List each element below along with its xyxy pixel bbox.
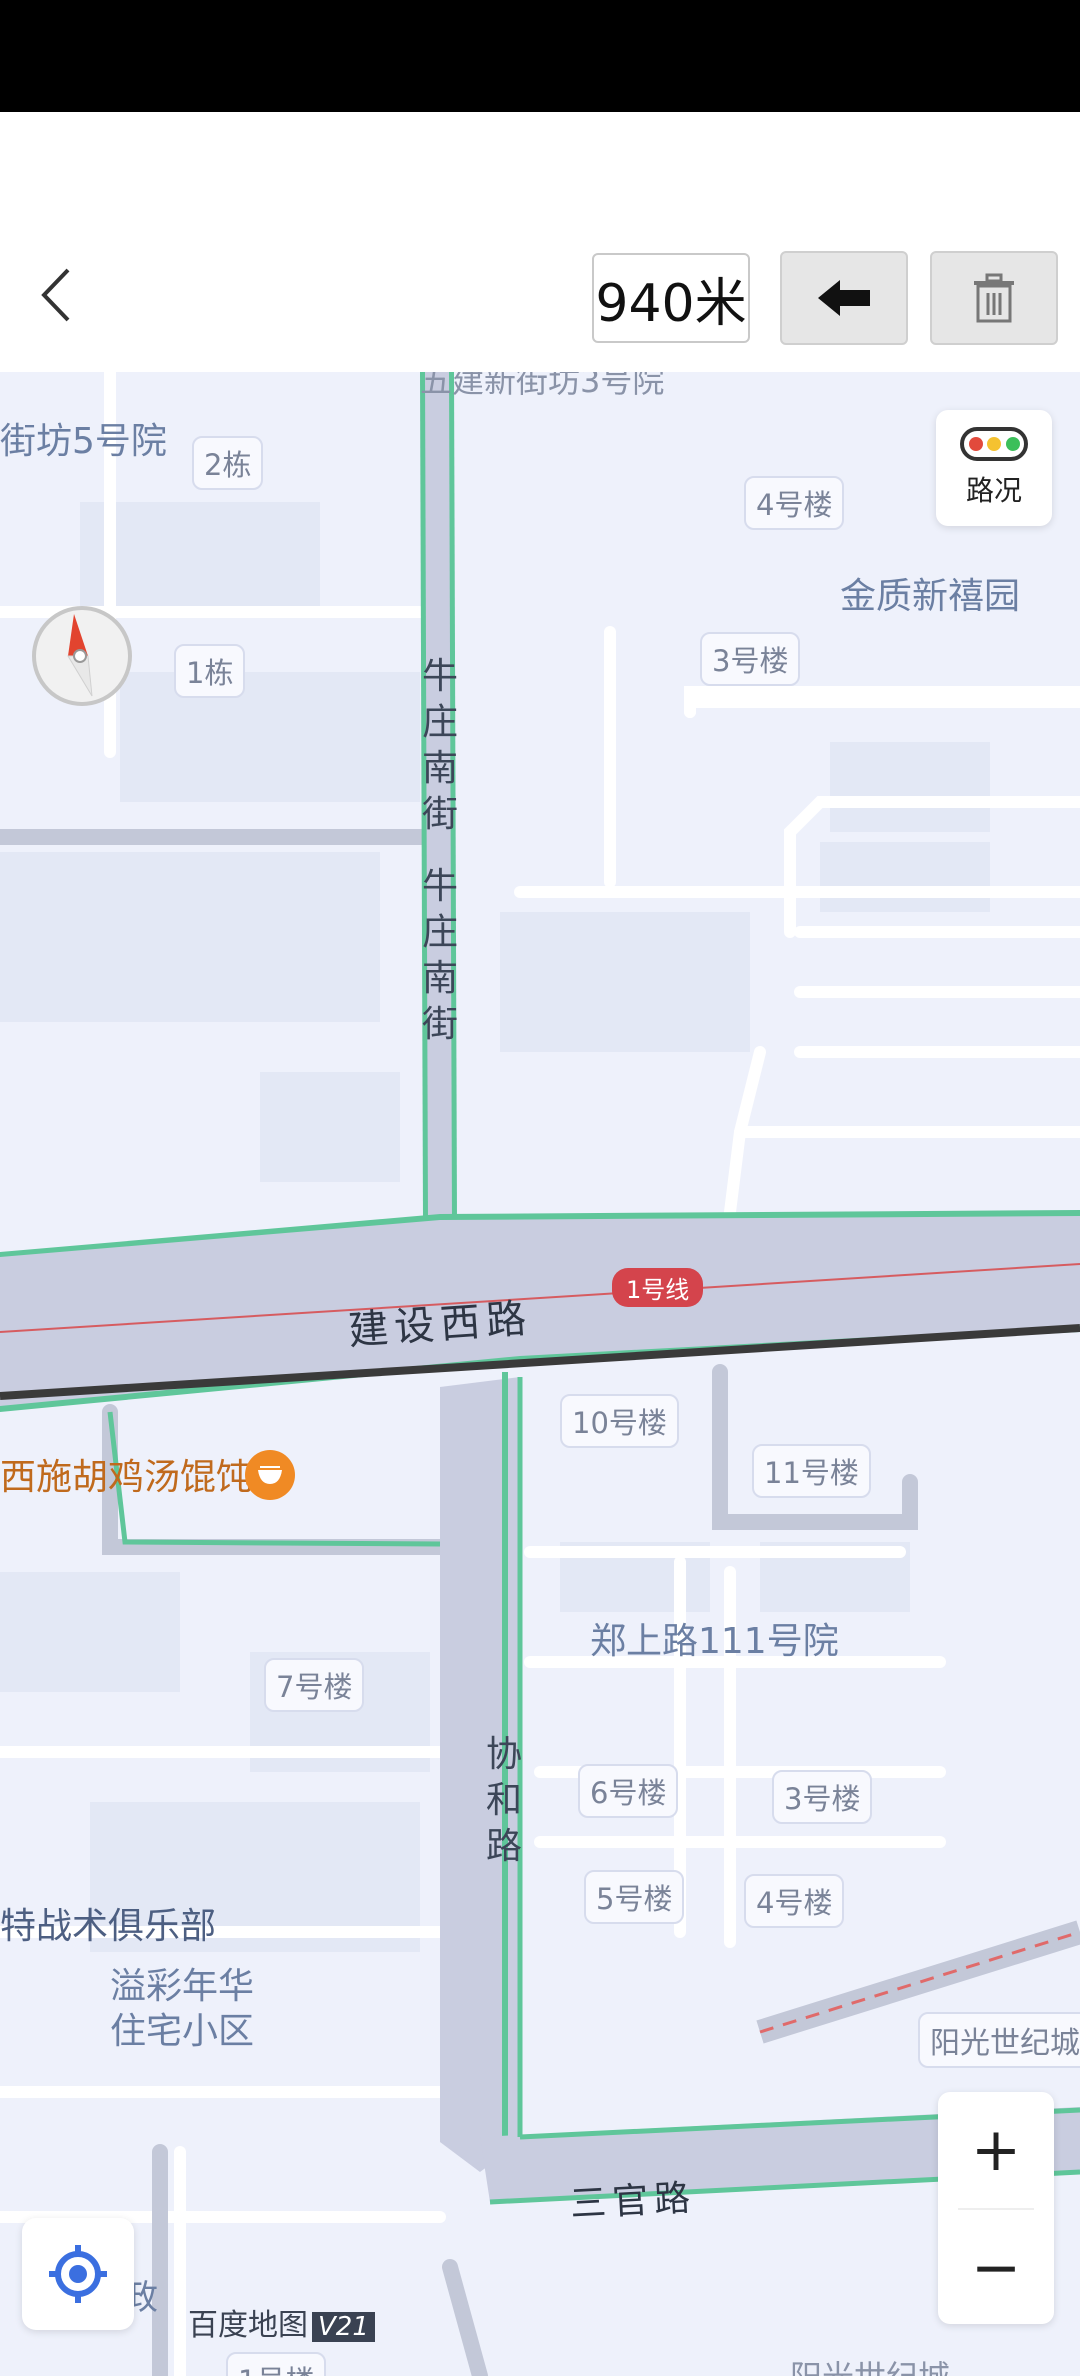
building-label-4: 4号楼 [744,1874,845,1928]
zoom-control: + − [938,2092,1054,2324]
place-label-bottom-right: 阳光世纪城 [790,2352,950,2376]
back-button[interactable] [30,250,90,340]
traffic-light-icon [960,427,1028,461]
road-label-sanguan: 三官路 [569,2177,698,2226]
chevron-left-icon [41,268,70,322]
place-label-club: 特战术俱乐部 [0,1906,217,1947]
road-label-xiehe: 协 和 路 [485,1734,522,1867]
distance-value: 940米 [595,273,747,334]
place-label-yangguang: 阳光世纪城 [918,2012,1080,2068]
building-label-3-top: 3号楼 [700,632,801,686]
building-label-1: 1栋 [174,644,246,698]
building-label-7: 7号楼 [264,1658,365,1712]
building-label-3: 3号楼 [772,1770,873,1824]
building-label-1-bottom: 1号楼 [226,2352,327,2376]
top-toolbar [0,112,1080,372]
logo-text: 百度地图 [188,2308,308,2343]
place-label-top: 五建新街坊3号院 [420,372,665,400]
building-label-5: 5号楼 [584,1870,685,1924]
trash-icon [974,273,1014,323]
building-label-6: 6号楼 [578,1764,679,1818]
zoom-out-button[interactable]: − [938,2210,1054,2326]
locate-icon [49,2245,107,2303]
map-canvas[interactable]: 五建新街坊3号院 街坊5号院 金质新禧园 郑上路111号院 特战术俱乐部 溢彩年… [0,372,1080,2376]
logo-version: V21 [312,2312,375,2342]
road-label-niuzhuang-2: 牛 庄 南 街 [421,866,458,1045]
place-label-jiefang5: 街坊5号院 [0,421,167,462]
map-logo: 百度地图 V21 [188,2300,375,2344]
locate-button[interactable] [22,2218,134,2330]
place-label-jinzhi: 金质新禧园 [840,576,1021,617]
road-label-niuzhuang-1: 牛 庄 南 街 [421,656,458,835]
place-label-soup: 西施胡鸡汤馄饨 [0,1457,253,1498]
arrow-left-icon [818,280,870,316]
place-label-yicai-2: 住宅小区 [110,2011,255,2052]
map-base-layer [0,372,1080,2376]
traffic-toggle-button[interactable]: 路况 [936,410,1052,526]
traffic-label: 路况 [965,474,1022,507]
building-label-2: 2栋 [192,436,264,490]
delete-button[interactable] [930,251,1058,345]
status-bar [0,0,1080,112]
building-label-10: 10号楼 [560,1394,679,1448]
undo-button[interactable] [780,251,908,345]
compass-button[interactable] [30,604,134,708]
distance-display: 940米 [592,253,750,343]
place-label-zhengshang: 郑上路111号院 [590,1621,839,1662]
restaurant-icon [245,1450,295,1500]
zoom-in-button[interactable]: + [938,2092,1054,2208]
building-label-4-top: 4号楼 [744,476,845,530]
metro-line-badge: 1号线 [612,1268,704,1307]
compass-icon [32,606,132,706]
building-label-11: 11号楼 [752,1444,871,1498]
